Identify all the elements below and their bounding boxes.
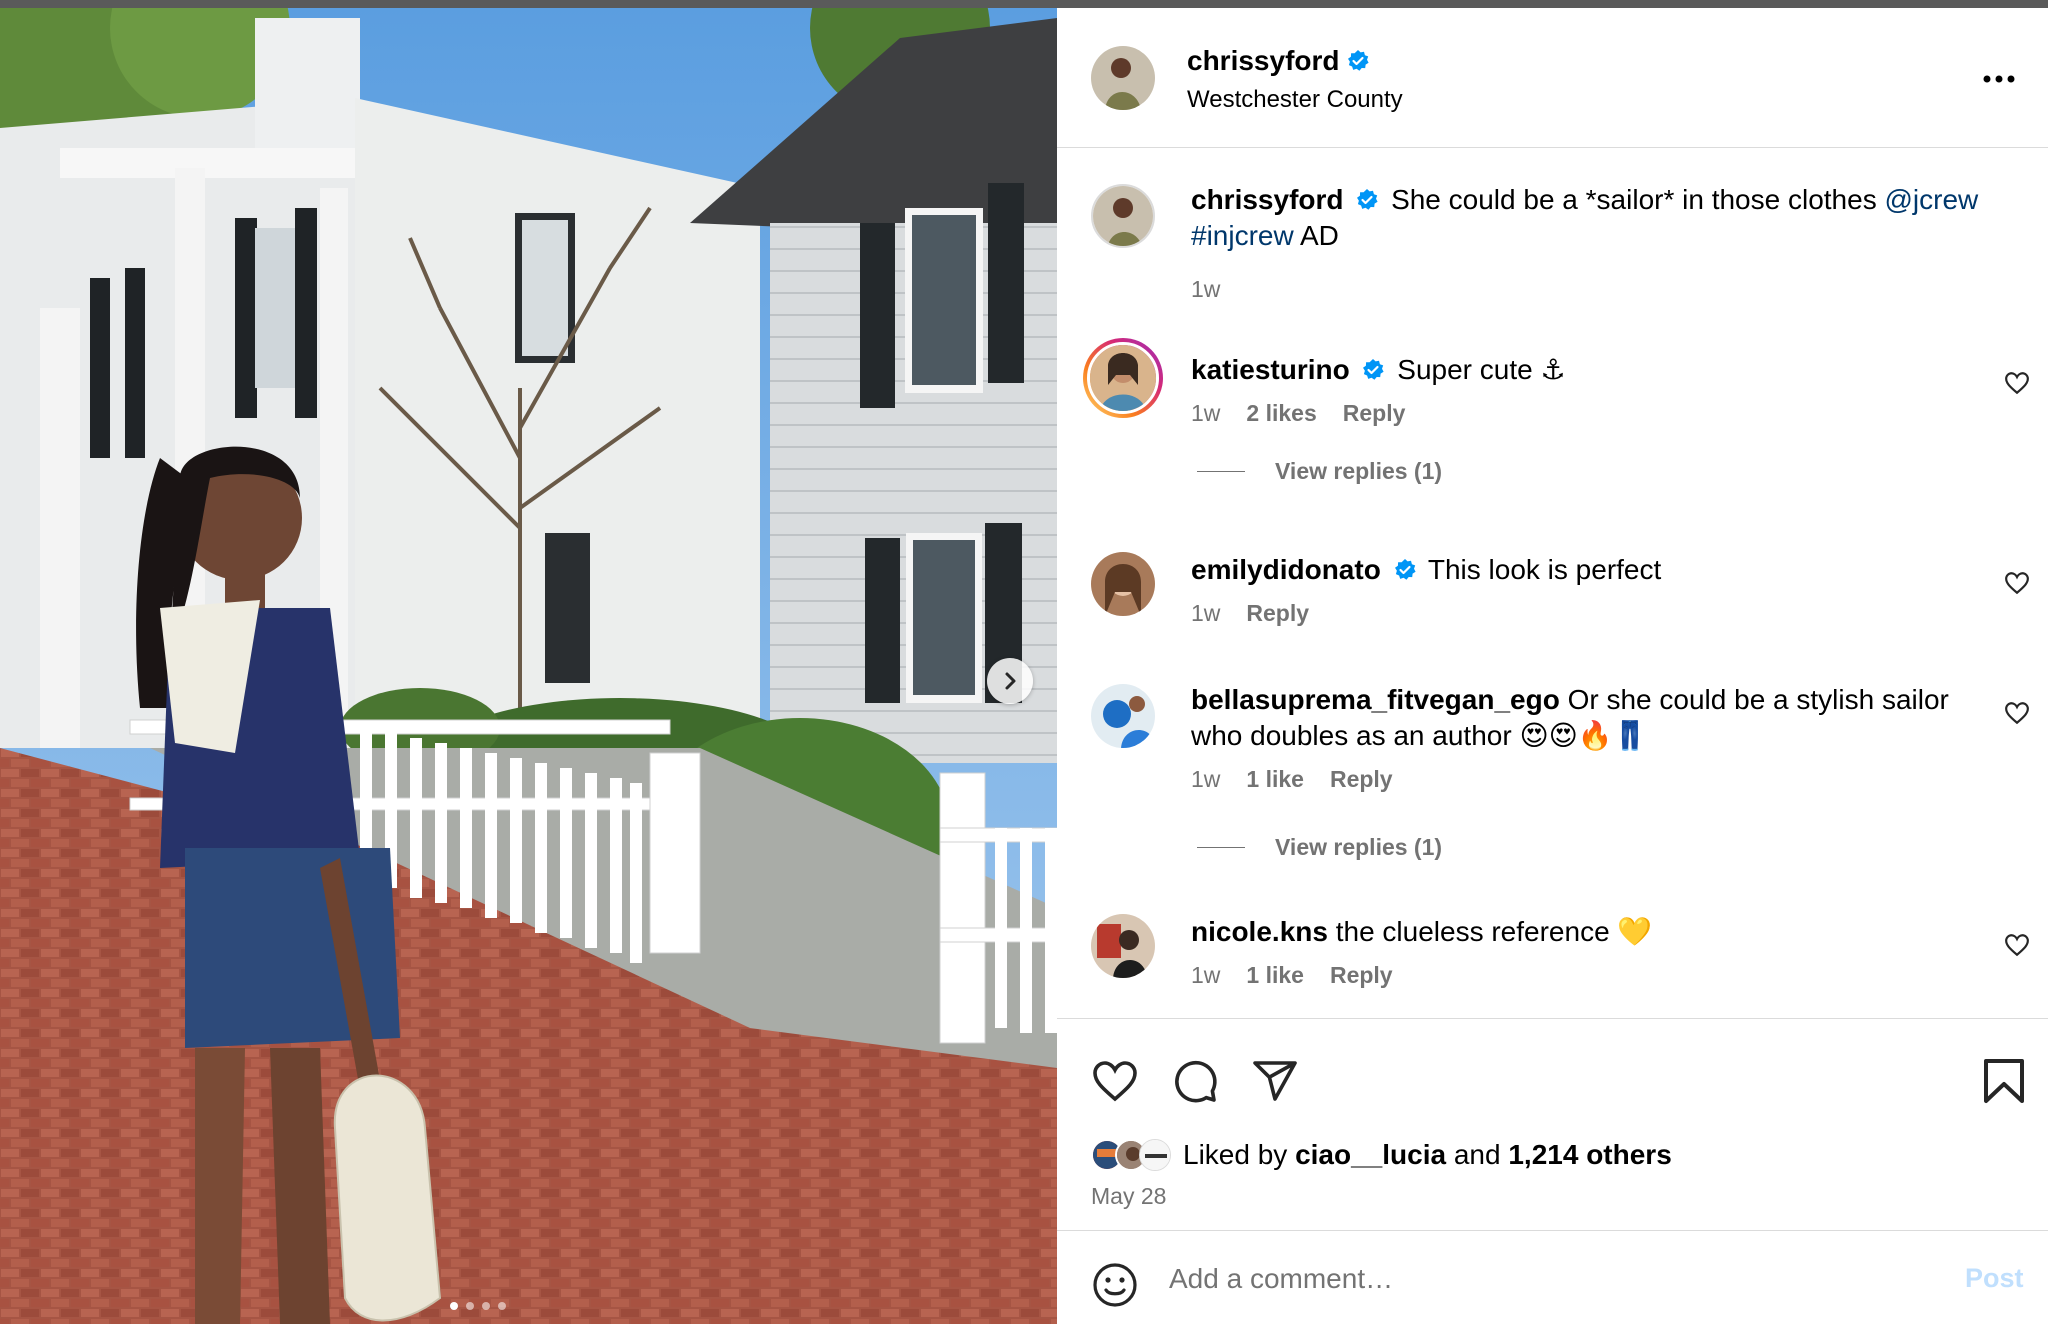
replies-divider <box>1197 847 1245 848</box>
verified-badge-icon <box>1394 559 1416 580</box>
comment-username[interactable]: nicole.kns <box>1191 916 1328 947</box>
mention-link[interactable]: @jcrew <box>1884 184 1978 215</box>
post-photo <box>0 8 1057 1324</box>
comment-text: emilydidonato This look is perfect <box>1191 552 1981 588</box>
comment-likes[interactable]: 1 like <box>1246 766 1304 793</box>
comment-bubble-icon[interactable] <box>1171 1057 1219 1105</box>
comment-text: bellasuprema_fitvegan_ego Or she could b… <box>1191 682 1981 754</box>
reply-button[interactable]: Reply <box>1330 962 1393 989</box>
hashtag-link[interactable]: #injcrew <box>1191 220 1294 251</box>
post-location[interactable]: Westchester County <box>1187 86 1403 114</box>
comment-text: katiesturino Super cute ⚓ <box>1191 352 1981 388</box>
comment-like-heart-icon[interactable] <box>2004 932 2030 958</box>
avatar[interactable] <box>1091 46 1155 110</box>
avatar-with-story-ring[interactable] <box>1083 338 1163 418</box>
likes-summary[interactable]: Liked by ciao__lucia and 1,214 others <box>1091 1139 1672 1171</box>
liked-by-others[interactable]: 1,214 others <box>1508 1139 1671 1171</box>
comment-time[interactable]: 1w <box>1191 400 1220 427</box>
like-heart-icon[interactable] <box>1091 1057 1139 1105</box>
reply-button[interactable]: Reply <box>1343 400 1406 427</box>
caption-time[interactable]: 1w <box>1191 276 1220 303</box>
replies-divider <box>1197 471 1245 472</box>
caption-meta: 1w <box>1191 276 1220 303</box>
comment-like-heart-icon[interactable] <box>2004 700 2030 726</box>
post-photo-illustration <box>0 8 1057 1324</box>
liked-by-user[interactable]: ciao__lucia <box>1295 1139 1446 1171</box>
profile-photo-icon <box>1091 46 1155 110</box>
post-author-username[interactable]: chrissyford <box>1187 45 1340 77</box>
carousel-next-button[interactable] <box>987 658 1033 704</box>
comment-username[interactable]: emilydidonato <box>1191 554 1381 585</box>
comment-text: nicole.kns the clueless reference 💛 <box>1191 914 1981 950</box>
comment-like-heart-icon[interactable] <box>2004 570 2030 596</box>
avatar[interactable] <box>1091 684 1155 748</box>
liked-by-prefix: Liked by <box>1183 1139 1288 1170</box>
liked-by-avatars <box>1091 1139 1171 1171</box>
comment-time[interactable]: 1w <box>1191 600 1220 627</box>
share-send-icon[interactable] <box>1251 1057 1299 1105</box>
carousel-dot <box>450 1302 458 1310</box>
avatar[interactable] <box>1091 552 1155 616</box>
caption-suffix: AD <box>1299 220 1339 251</box>
comment-meta: 1w 1 like Reply <box>1191 766 1393 793</box>
post-actions: Liked by ciao__lucia and 1,214 others Ma… <box>1057 1018 2048 1238</box>
comment-meta: 1w 2 likes Reply <box>1191 400 1405 427</box>
comment-time[interactable]: 1w <box>1191 766 1220 793</box>
comment-meta: 1w 1 like Reply <box>1191 962 1393 989</box>
caption-text: chrissyford She could be a *sailor* in t… <box>1191 182 1981 254</box>
comment-body: Super cute ⚓ <box>1397 354 1566 385</box>
emoji-smiley-icon[interactable] <box>1091 1261 1139 1309</box>
view-replies-button[interactable]: View replies (1) <box>1197 458 1442 485</box>
comment-body: This look is perfect <box>1427 554 1662 585</box>
comment-time[interactable]: 1w <box>1191 962 1220 989</box>
avatar[interactable] <box>1091 184 1155 248</box>
profile-photo-icon <box>1090 345 1156 411</box>
post-header: chrissyford Westchester County <box>1057 8 2048 148</box>
carousel-indicator <box>450 1302 506 1310</box>
comment-meta: 1w Reply <box>1191 600 1309 627</box>
view-replies-button[interactable]: View replies (1) <box>1197 834 1442 861</box>
reply-button[interactable]: Reply <box>1246 600 1309 627</box>
caption-username[interactable]: chrissyford <box>1191 184 1344 215</box>
more-options-button[interactable] <box>1982 63 2016 84</box>
save-bookmark-icon[interactable] <box>1982 1057 2026 1105</box>
comment-likes[interactable]: 2 likes <box>1246 400 1316 427</box>
avatar[interactable] <box>1091 914 1155 978</box>
add-comment-bar: Post <box>1057 1230 2048 1324</box>
profile-photo-icon <box>1093 186 1153 246</box>
verified-badge-icon <box>1357 189 1378 210</box>
view-replies-label[interactable]: View replies (1) <box>1275 834 1442 861</box>
comment-like-heart-icon[interactable] <box>2004 370 2030 396</box>
verified-badge-icon <box>1347 50 1369 71</box>
avatar <box>1139 1139 1171 1171</box>
comment-username[interactable]: katiesturino <box>1191 354 1350 385</box>
profile-photo-icon <box>1091 914 1155 978</box>
chevron-right-icon <box>1005 672 1016 690</box>
verified-badge-icon <box>1363 359 1385 380</box>
more-horizontal-icon <box>1983 75 2015 83</box>
reply-button[interactable]: Reply <box>1330 766 1393 793</box>
profile-photo-icon <box>1140 1140 1170 1170</box>
carousel-dot <box>466 1302 474 1310</box>
comment-username[interactable]: bellasuprema_fitvegan_ego <box>1191 684 1560 715</box>
profile-photo-icon <box>1091 684 1155 748</box>
caption-body: She could be a *sailor* in those clothes <box>1391 184 1877 215</box>
post-date[interactable]: May 28 <box>1091 1183 1166 1210</box>
post-comment-button[interactable]: Post <box>1965 1263 2024 1294</box>
post-author[interactable]: chrissyford <box>1187 45 1370 77</box>
comment-likes[interactable]: 1 like <box>1246 962 1304 989</box>
post-side-panel: chrissyford Westchester County chrissyfo… <box>1057 8 2048 1324</box>
window-top-bar <box>0 0 2048 8</box>
avatar <box>1087 342 1159 414</box>
comments-list[interactable]: chrissyford She could be a *sailor* in t… <box>1057 148 2048 1018</box>
carousel-dot <box>498 1302 506 1310</box>
profile-photo-icon <box>1091 552 1155 616</box>
carousel-dot <box>482 1302 490 1310</box>
view-replies-label[interactable]: View replies (1) <box>1275 458 1442 485</box>
liked-by-conj: and <box>1453 1139 1501 1170</box>
comment-input[interactable] <box>1169 1259 1909 1299</box>
comment-body: the clueless reference 💛 <box>1335 916 1653 947</box>
